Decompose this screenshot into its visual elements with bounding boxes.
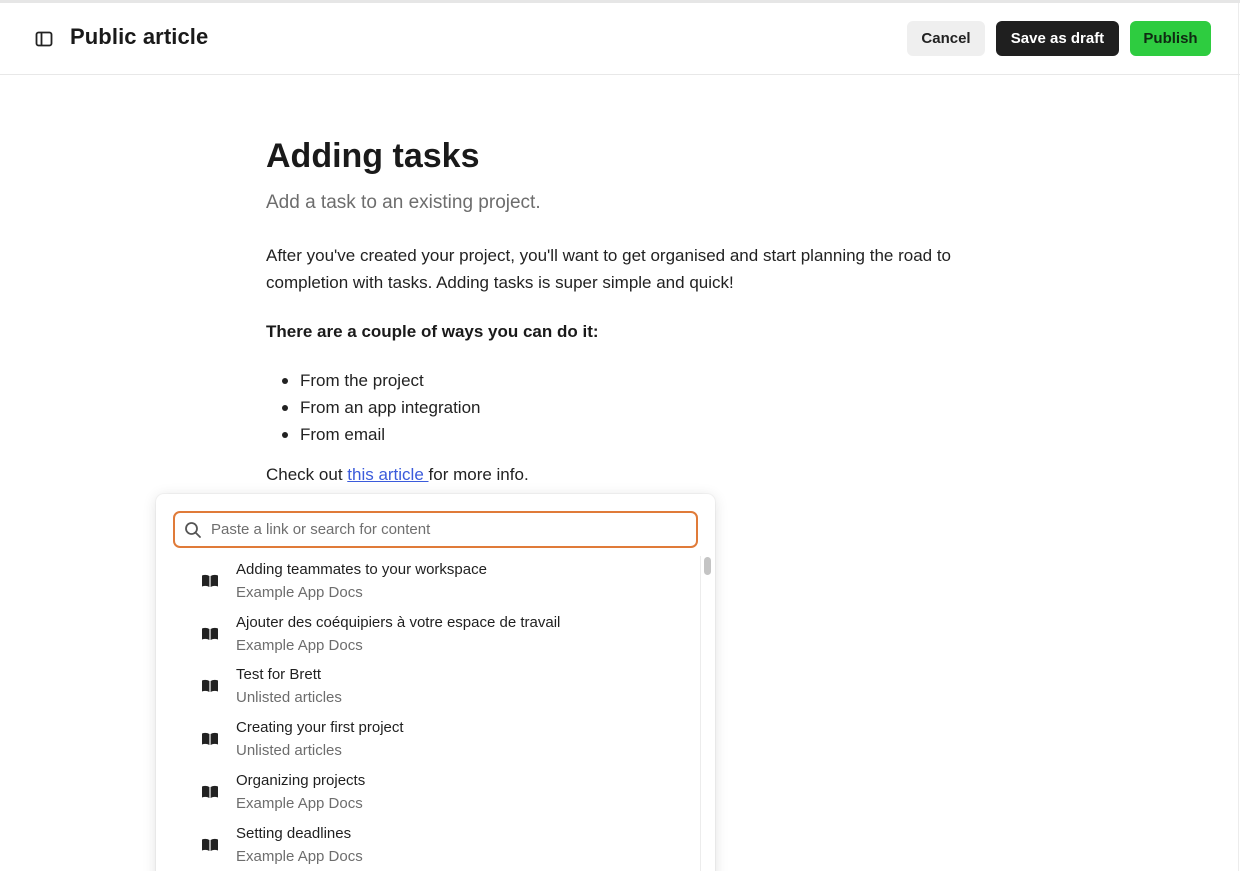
book-icon [201, 731, 219, 747]
result-title: Organizing projects [236, 772, 366, 789]
article-section-heading[interactable]: There are a couple of ways you can do it… [266, 322, 599, 342]
book-icon [201, 573, 219, 589]
list-item[interactable]: Creating your first project Unlisted art… [156, 714, 700, 766]
article-link[interactable]: this article [347, 465, 428, 484]
article-paragraph[interactable]: After you've created your project, you'l… [266, 242, 956, 296]
result-source: Unlisted articles [236, 689, 342, 706]
result-title: Test for Brett [236, 666, 322, 683]
list-item[interactable]: Adding teammates to your workspace Examp… [156, 556, 700, 608]
page-title: Public article [70, 24, 209, 49]
result-source: Example App Docs [236, 584, 363, 601]
right-border [1238, 3, 1239, 871]
result-title: Ajouter des coéquipiers à votre espace d… [236, 614, 561, 631]
list-item[interactable]: Setting deadlines Example App Docs [156, 820, 700, 871]
book-icon [201, 784, 219, 800]
publish-button[interactable]: Publish [1130, 21, 1211, 56]
save-as-draft-button[interactable]: Save as draft [996, 21, 1119, 56]
article-subtitle[interactable]: Add a task to an existing project. [266, 192, 541, 214]
result-title: Adding teammates to your workspace [236, 561, 487, 578]
article-title[interactable]: Adding tasks [266, 137, 479, 176]
search-icon [184, 521, 202, 539]
link-search-popover: Adding teammates to your workspace Examp… [156, 494, 715, 871]
list-item[interactable]: Organizing projects Example App Docs [156, 767, 700, 819]
result-title: Setting deadlines [236, 825, 352, 842]
more-info-line: Check out this article for more info. [266, 465, 529, 485]
result-title: Creating your first project [236, 719, 404, 736]
result-source: Example App Docs [236, 795, 363, 812]
result-source: Example App Docs [236, 848, 363, 865]
result-source: Example App Docs [236, 637, 363, 654]
sidebar-toggle-icon[interactable] [33, 28, 55, 50]
editor-header: Public article Cancel Save as draft Publ… [0, 3, 1240, 75]
bullet-item[interactable]: From an app integration [282, 394, 481, 421]
search-results-list: Adding teammates to your workspace Examp… [156, 556, 701, 871]
book-icon [201, 626, 219, 642]
search-input[interactable] [211, 513, 691, 546]
search-box [173, 511, 698, 548]
more-info-prefix: Check out [266, 465, 348, 484]
cancel-button[interactable]: Cancel [907, 21, 985, 56]
book-icon [201, 837, 219, 853]
list-item[interactable]: Ajouter des coéquipiers à votre espace d… [156, 609, 700, 661]
book-icon [201, 678, 219, 694]
list-item[interactable]: Test for Brett Unlisted articles [156, 661, 700, 713]
bullet-list: From the project From an app integration… [282, 367, 481, 448]
more-info-suffix: for more info. [428, 465, 529, 484]
bullet-item[interactable]: From email [282, 421, 481, 448]
result-source: Unlisted articles [236, 742, 342, 759]
scrollbar-thumb[interactable] [704, 557, 711, 575]
bullet-item[interactable]: From the project [282, 367, 481, 394]
